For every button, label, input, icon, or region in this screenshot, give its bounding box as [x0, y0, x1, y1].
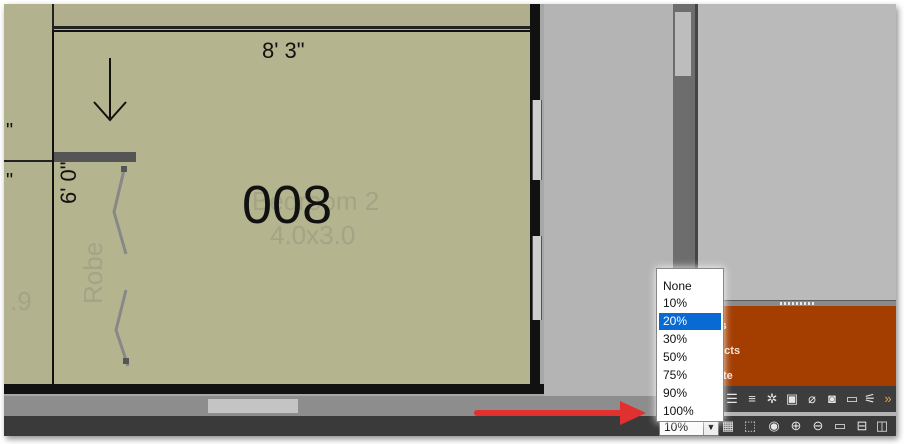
canvas-empty-area[interactable] — [544, 4, 674, 399]
partial-dimension-1: " — [6, 120, 14, 142]
zoom-option-20[interactable]: 20% — [659, 313, 721, 330]
side-panel-upper — [698, 4, 896, 300]
room-number: 008 — [242, 175, 333, 235]
door-swing-arrow-icon — [93, 58, 127, 122]
window-lower — [532, 236, 542, 320]
wall-bottom — [4, 384, 544, 394]
dimension-line-side — [52, 30, 54, 384]
floor-plan-canvas[interactable]: " " .9 8' 3" 6' 0" Robe Bedroom 2 4.0x3.… — [4, 4, 544, 399]
list-icon[interactable]: ☰ — [724, 391, 740, 407]
filter-icon[interactable]: ⚟ — [862, 391, 878, 407]
zoom-option-50[interactable]: 50% — [659, 349, 721, 366]
app-window: " " .9 8' 3" 6' 0" Robe Bedroom 2 4.0x3.… — [4, 4, 896, 436]
zoom-option-10[interactable]: 10% — [659, 295, 721, 312]
horizontal-scrollbar-thumb[interactable] — [208, 399, 298, 413]
annotation-arrow-icon — [620, 401, 646, 425]
zoom-option-90[interactable]: 90% — [659, 385, 721, 402]
zoom-dropdown: None 10% 20% 30% 50% 75% 90% 100% — [656, 268, 724, 422]
rows-icon[interactable]: ≡ — [744, 391, 760, 407]
zoom-select-value: 10% — [664, 420, 689, 434]
adjacent-room — [4, 4, 55, 384]
gear-icon[interactable]: ✲ — [764, 391, 780, 407]
select-region-icon[interactable]: ⬚ — [742, 418, 758, 434]
zoom-in-icon[interactable]: ⊕ — [788, 418, 804, 434]
split-horizontal-icon[interactable]: ⊟ — [854, 418, 870, 434]
annotation-arrow-shaft — [474, 410, 624, 416]
note-icon[interactable]: ▭ — [844, 391, 860, 407]
partial-area-label: .9 — [10, 286, 32, 316]
zoom-option-none[interactable]: None — [659, 278, 721, 295]
zoom-option-100[interactable]: 100% — [659, 403, 721, 420]
grip-dots — [780, 302, 814, 305]
side-panel-menu: oms oducts imate — [698, 306, 896, 386]
wall-right — [530, 4, 540, 392]
expand-chevron-icon[interactable]: » — [880, 391, 896, 407]
window-upper — [532, 100, 542, 180]
wardrobe-door-icon — [112, 166, 130, 367]
partial-dimension-2: " — [6, 170, 14, 192]
zoom-option-30[interactable]: 30% — [659, 331, 721, 348]
dimension-top: 8' 3" — [262, 38, 305, 63]
vertical-scrollbar-thumb[interactable] — [675, 12, 691, 76]
status-bar: ▦ ⬚ ◉ ⊕ ⊖ ▭ ⊟ ◫ — [4, 416, 896, 436]
dimension-line-top — [54, 30, 530, 32]
window-icon[interactable]: ▭ — [832, 418, 848, 434]
camera-icon[interactable]: ◙ — [824, 391, 840, 407]
paperclip-icon[interactable]: ⌀ — [804, 391, 820, 407]
zoom-option-75[interactable]: 75% — [659, 367, 721, 384]
room-above-strip — [54, 4, 530, 29]
orbit-icon[interactable]: ◉ — [766, 418, 782, 434]
split-vertical-icon[interactable]: ◫ — [874, 418, 890, 434]
chevron-down-icon[interactable]: ▼ — [703, 420, 718, 435]
zoom-out-icon[interactable]: ⊖ — [810, 418, 826, 434]
wardrobe-rail — [54, 152, 136, 162]
robe-label: Robe — [78, 241, 108, 304]
side-panel-toolbar: ☰ ≡ ✲ ▣ ⌀ ◙ ▭ ⚟ » — [698, 386, 896, 412]
3d-box-icon[interactable]: ▣ — [784, 391, 800, 407]
